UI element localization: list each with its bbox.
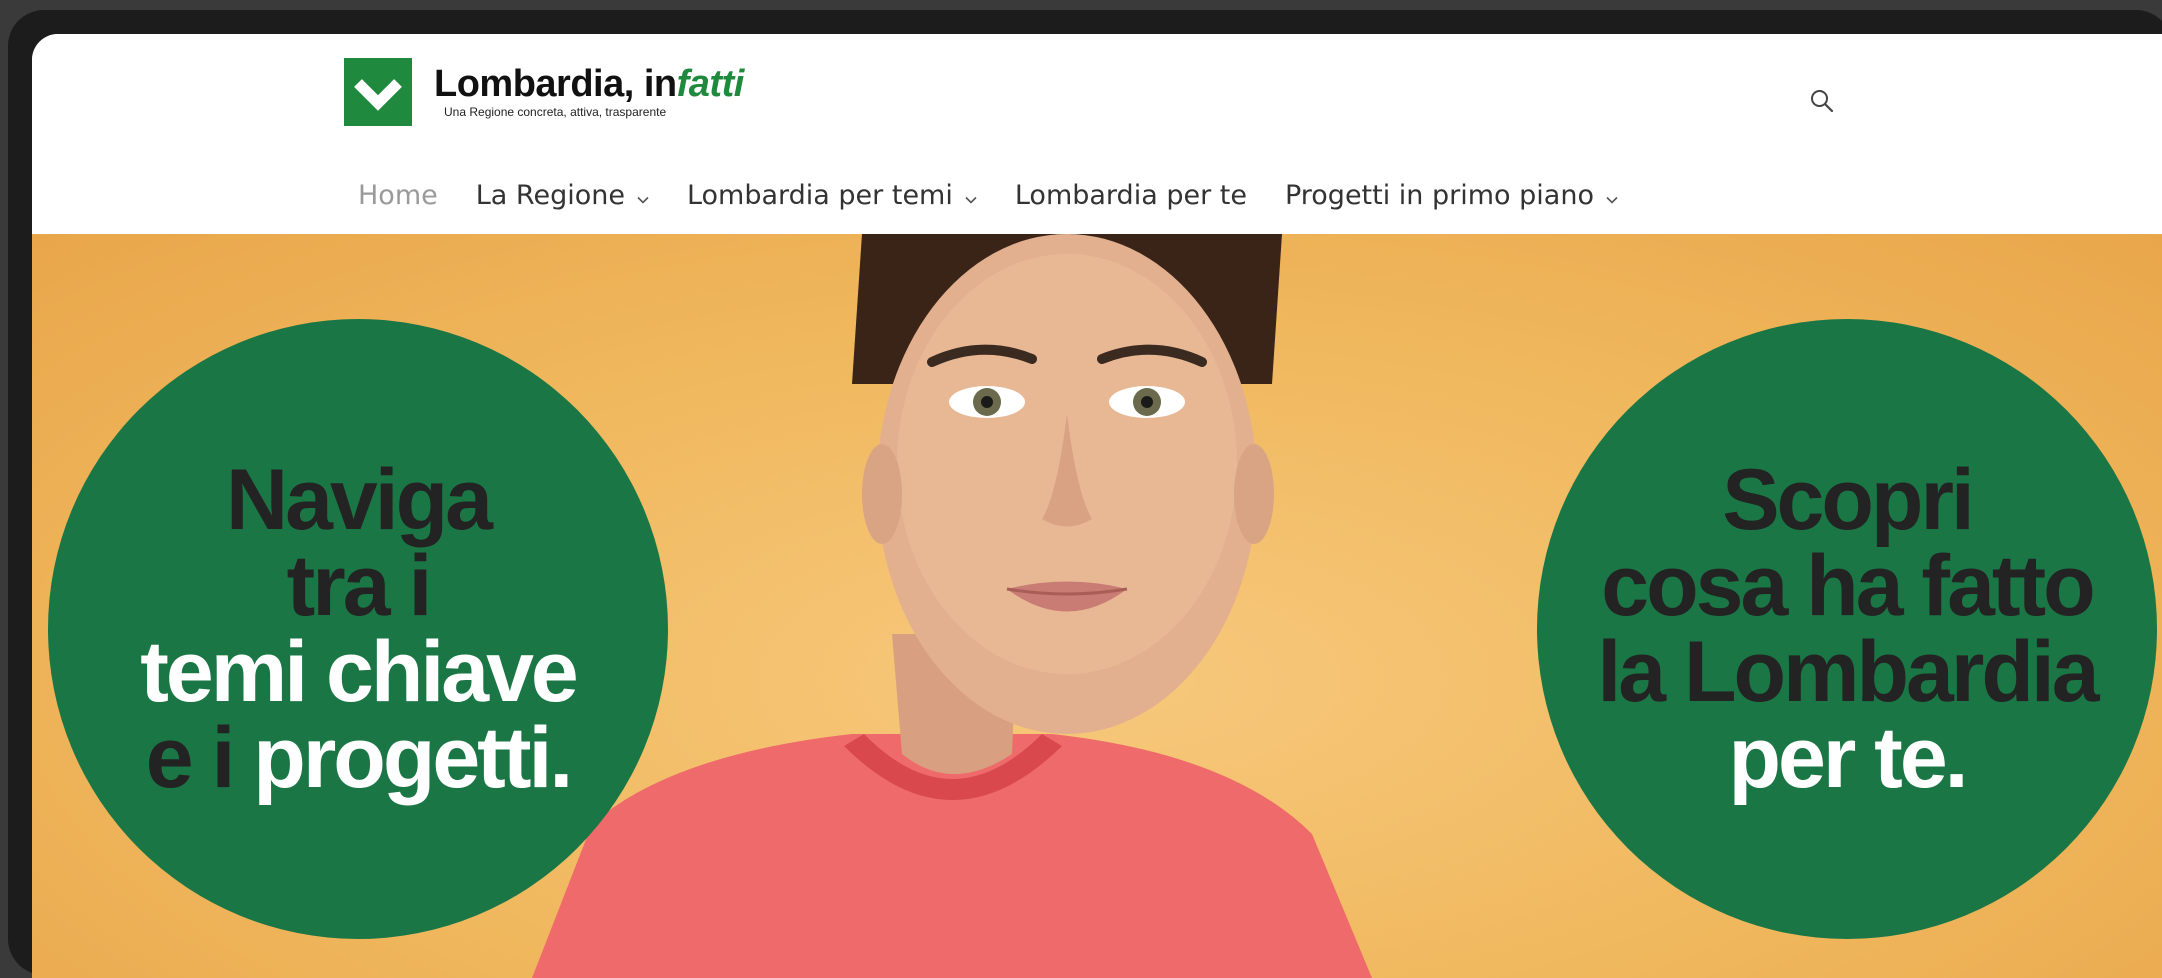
circle-text-line: Naviga (225, 452, 493, 548)
circle-text-line: temi chiave (140, 624, 578, 720)
site-header: Lombardia, infatti Una Regione concreta,… (32, 34, 2162, 234)
circle-text-line: tra i (286, 538, 433, 634)
nav-item-home[interactable]: Home (358, 180, 438, 211)
circle-text-line: Scopri (1722, 452, 1975, 548)
logo-title-main: Lombardia, in (434, 63, 677, 105)
circle-text-line: e i progetti. (146, 715, 573, 801)
nav-item-label: La Regione (475, 180, 625, 211)
logo-title: Lombardia, infatti (434, 64, 744, 104)
logo-tagline: Una Regione concreta, attiva, trasparent… (444, 105, 667, 119)
chevron-down-icon (965, 180, 977, 211)
chevron-down-icon (637, 180, 649, 211)
nav-item-lombardia-per-te[interactable]: Lombardia per te (1015, 180, 1247, 211)
nav-item-la-regione[interactable]: La Regione (476, 180, 649, 211)
chevron-down-icon (1606, 180, 1618, 211)
nav-item-label: Lombardia per te (1014, 180, 1247, 211)
browser-viewport: Lombardia, infatti Una Regione concreta,… (32, 34, 2162, 978)
circle-text-line: cosa ha fatto (1601, 538, 2095, 634)
hero-banner: Naviga tra i temi chiave e i progetti. S… (32, 234, 2162, 978)
nav-item-label: Progetti in primo piano (1284, 180, 1594, 211)
logo-title-accent: fatti (676, 63, 745, 105)
nav-item-progetti-in-primo-piano[interactable]: Progetti in primo piano (1285, 180, 1618, 211)
site-logo[interactable]: Lombardia, infatti Una Regione concreta,… (434, 64, 744, 119)
nav-item-label: Lombardia per temi (686, 180, 953, 211)
hero-circle-scopri[interactable]: Scopri cosa ha fatto la Lombardia per te… (1537, 319, 2157, 939)
hero-circle-naviga[interactable]: Naviga tra i temi chiave e i progetti. (48, 319, 668, 939)
nav-item-lombardia-per-temi[interactable]: Lombardia per temi (687, 180, 977, 211)
circle-text-line: la Lombardia (1597, 624, 2099, 720)
logo-check-icon[interactable] (344, 58, 412, 126)
device-frame: Lombardia, infatti Una Regione concreta,… (8, 10, 2162, 978)
circle-text-fragment: progetti. (253, 710, 573, 806)
circle-text-line: per te. (1728, 710, 1968, 806)
nav-item-label: Home (358, 180, 438, 211)
search-icon[interactable] (1809, 88, 1835, 114)
main-navigation: Home La Regione Lombardia per temi Lomba… (358, 180, 1656, 211)
circle-text-fragment: e i (145, 710, 236, 806)
